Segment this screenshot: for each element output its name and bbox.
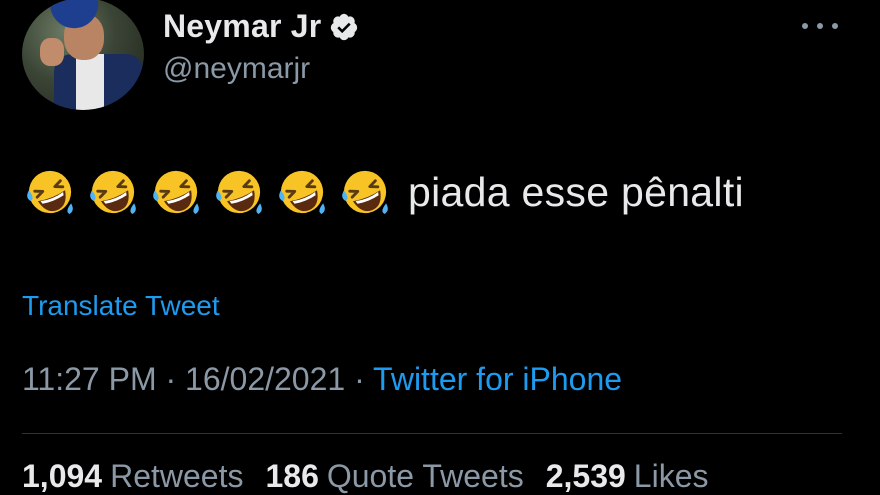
author-handle[interactable]: @neymarjr — [163, 52, 310, 86]
more-dot — [802, 23, 808, 29]
author-name-row: Neymar Jr — [163, 8, 359, 45]
tweet-meta: 11:27 PM · 16/02/2021 · Twitter for iPho… — [22, 361, 622, 398]
rolling-on-floor-laughing-emoji — [216, 170, 262, 214]
retweets-stat[interactable]: 1,094 Retweets — [22, 458, 265, 494]
tweet-source-link[interactable]: Twitter for iPhone — [373, 361, 622, 397]
more-options-button[interactable] — [802, 16, 838, 36]
likes-stat[interactable]: 2,539 Likes — [546, 458, 731, 494]
rolling-on-floor-laughing-emoji — [279, 170, 325, 214]
profile-avatar[interactable] — [22, 0, 144, 110]
translate-tweet-link[interactable]: Translate Tweet — [22, 290, 220, 322]
likes-count: 2,539 — [545, 458, 626, 494]
meta-separator: · — [156, 361, 186, 397]
verified-badge-icon — [331, 13, 358, 40]
meta-separator: · — [345, 361, 374, 397]
quote-tweets-count: 186 — [265, 458, 319, 494]
more-dot — [832, 23, 838, 29]
emoji-row — [24, 166, 402, 218]
tweet-body: piada esse pênalti — [24, 166, 744, 218]
retweets-label: Retweets — [110, 458, 244, 494]
tweet-date[interactable]: 16/02/2021 — [185, 361, 345, 397]
quote-tweets-label: Quote Tweets — [326, 458, 524, 494]
quote-tweets-stat[interactable]: 186 Quote Tweets — [265, 458, 545, 494]
tweet-time[interactable]: 11:27 PM — [22, 361, 157, 397]
tweet-text: piada esse pênalti — [408, 168, 744, 215]
rolling-on-floor-laughing-emoji — [153, 170, 199, 214]
rolling-on-floor-laughing-emoji — [27, 170, 73, 214]
rolling-on-floor-laughing-emoji — [90, 170, 136, 214]
more-dot — [817, 23, 823, 29]
likes-label: Likes — [633, 458, 709, 494]
avatar-hand — [40, 38, 64, 66]
engagement-stats: 1,094 Retweets 186 Quote Tweets 2,539 Likes — [22, 458, 731, 495]
rolling-on-floor-laughing-emoji — [342, 170, 388, 214]
avatar-shirt — [76, 54, 104, 110]
divider — [22, 433, 842, 434]
retweets-count: 1,094 — [22, 458, 103, 494]
author-display-name[interactable]: Neymar Jr — [163, 8, 321, 45]
